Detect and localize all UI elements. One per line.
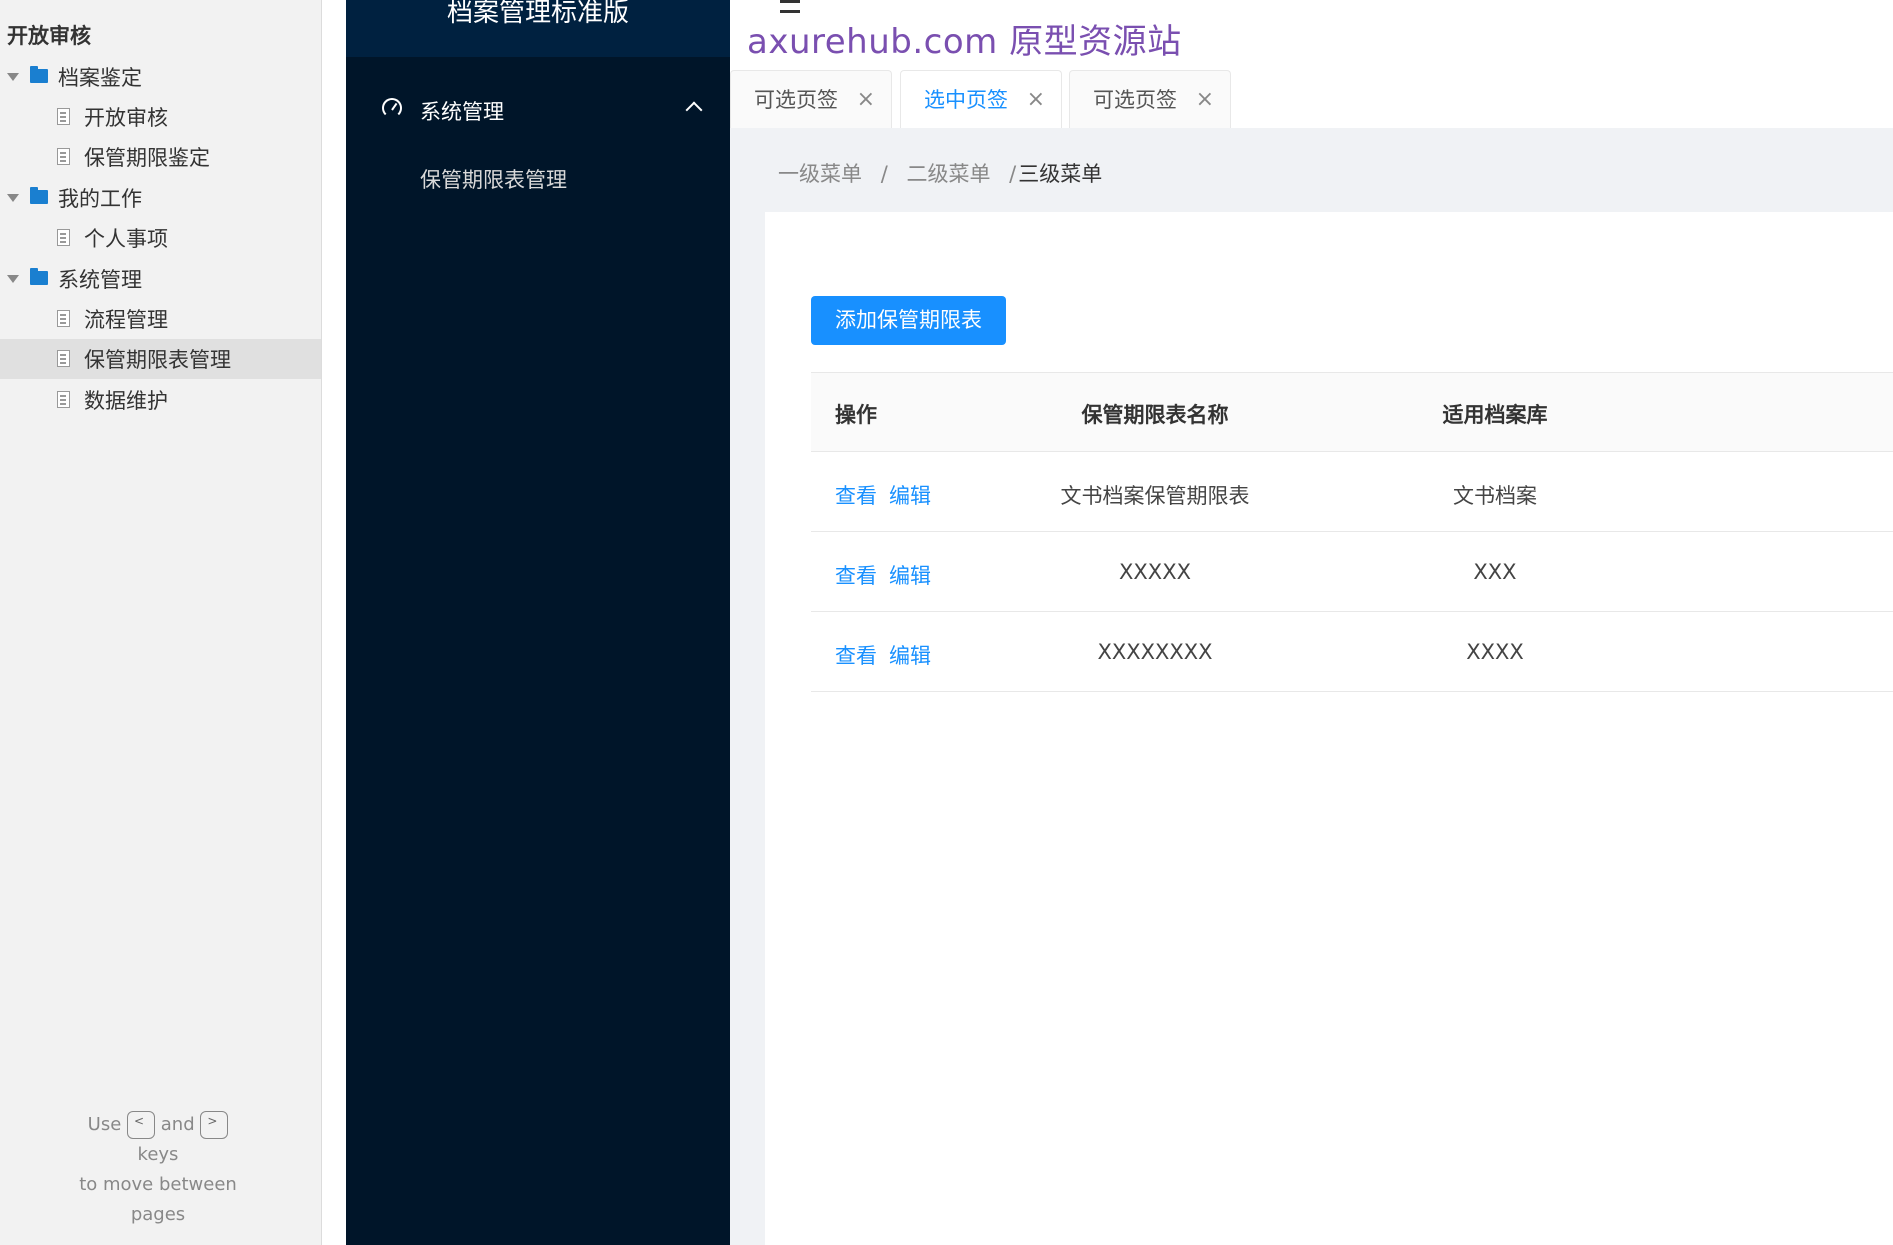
next-key-icon: > [200, 1111, 229, 1139]
edit-link[interactable]: 编辑 [889, 644, 931, 668]
hint-text: to move between [79, 1174, 237, 1195]
tree-page-open-review[interactable]: 开放审核 [0, 97, 321, 137]
tree-folder-system-management[interactable]: 系统管理 [0, 259, 321, 299]
tree-label: 保管期限鉴定 [84, 146, 210, 170]
edit-link[interactable]: 编辑 [889, 484, 931, 508]
tree-page-retention-appraisal[interactable]: 保管期限鉴定 [0, 137, 321, 177]
caret-down-icon[interactable] [7, 275, 19, 283]
tree-folder-archive-appraisal[interactable]: 档案鉴定 [0, 57, 321, 97]
menu-group-label: 系统管理 [420, 100, 504, 124]
hint-text: keys [137, 1144, 179, 1165]
tree-folder-my-work[interactable]: 我的工作 [0, 178, 321, 218]
tab-label: 可选页签 [754, 88, 838, 112]
breadcrumb: 一级菜单 / 二级菜单 /三级菜单 [778, 158, 1102, 188]
content-card: 添加保管期限表 操作 保管期限表名称 适用档案库 查看 编辑 文书档案保管期限表 … [765, 212, 1893, 1245]
menu-group-system-management[interactable]: 系统管理 [346, 88, 730, 132]
folder-icon [30, 187, 48, 204]
row-actions: 查看 编辑 [835, 560, 943, 590]
folder-icon [30, 66, 48, 83]
breadcrumb-level3: 三级菜单 [1018, 162, 1103, 186]
add-retention-table-button[interactable]: 添加保管期限表 [811, 296, 1006, 345]
menu-fold-icon[interactable] [772, 0, 802, 14]
caret-down-icon[interactable] [7, 73, 19, 81]
hint-text: and [160, 1114, 195, 1135]
pages-panel-title: 开放审核 [7, 24, 91, 48]
breadcrumb-separator: / [880, 162, 888, 186]
retention-table: 操作 保管期限表名称 适用档案库 查看 编辑 文书档案保管期限表 文书档案 查看编… [811, 372, 1893, 692]
row-actions: 查看 编辑 [835, 480, 943, 510]
tab-optional-1[interactable]: 可选页签 × [730, 70, 892, 128]
column-header-name: 保管期限表名称 [1081, 403, 1229, 427]
tree-label: 个人事项 [84, 227, 168, 251]
page-icon [57, 148, 70, 165]
tree-label: 档案鉴定 [58, 66, 142, 90]
tree-page-retention-table-management[interactable]: 保管期限表管理 [0, 339, 321, 379]
tab-selected[interactable]: 选中页签 × [900, 70, 1062, 128]
tree-page-data-maintenance[interactable]: 数据维护 [0, 380, 321, 420]
app-brand: 档案管理标准版 [346, 0, 730, 57]
tab-label: 可选页签 [1093, 88, 1177, 112]
prev-key-icon: < [127, 1111, 156, 1139]
column-header-library: 适用档案库 [1442, 403, 1548, 427]
app-brand-title: 档案管理标准版 [446, 0, 629, 28]
page-icon [57, 310, 70, 327]
close-icon[interactable]: × [857, 71, 875, 129]
cell-library: XXXX [1466, 640, 1524, 664]
close-icon[interactable]: × [1196, 71, 1214, 129]
view-link[interactable]: 查看 [835, 564, 877, 588]
main-area: axurehub.com 原型资源站 可选页签 × 选中页签 × 可选页签 × … [730, 0, 1893, 1245]
tree-page-personal-items[interactable]: 个人事项 [0, 218, 321, 258]
tree-label: 保管期限表管理 [84, 348, 231, 372]
tree-label: 数据维护 [84, 389, 168, 413]
keyboard-hint: Use < and > keys to move between pages [40, 1110, 276, 1230]
page-icon [57, 108, 70, 125]
page-icon [57, 391, 70, 408]
breadcrumb-level1[interactable]: 一级菜单 [778, 162, 862, 186]
pages-panel: 开放审核 档案鉴定 开放审核 保管期限鉴定 我的工作 个人事项 系统管理 流程管… [0, 0, 322, 1245]
tree-label: 流程管理 [84, 308, 168, 332]
tree-label: 系统管理 [58, 268, 142, 292]
cell-library: 文书档案 [1453, 484, 1537, 508]
app-sidebar: 档案管理标准版 系统管理 保管期限表管理 [346, 0, 730, 1245]
breadcrumb-level2[interactable]: 二级菜单 [906, 162, 990, 186]
topbar: axurehub.com 原型资源站 可选页签 × 选中页签 × 可选页签 × [730, 0, 1893, 128]
breadcrumb-separator: / [1009, 162, 1017, 186]
close-icon[interactable]: × [1027, 71, 1045, 129]
table-row: 查看 编辑 文书档案保管期限表 文书档案 [811, 452, 1893, 532]
row-actions: 查看 编辑 [835, 640, 943, 670]
hint-text: Use [87, 1114, 122, 1135]
edit-link[interactable]: 编辑 [889, 564, 931, 588]
tab-optional-2[interactable]: 可选页签 × [1069, 70, 1231, 128]
submenu-item-retention-table[interactable]: 保管期限表管理 [420, 164, 567, 194]
caret-down-icon[interactable] [7, 194, 19, 202]
hint-text: pages [130, 1204, 186, 1225]
cell-library: XXX [1473, 560, 1517, 584]
page-icon [57, 350, 70, 367]
table-row: 查看 编辑 XXXXX XXX [811, 532, 1893, 612]
tree-page-process-management[interactable]: 流程管理 [0, 299, 321, 339]
cell-name: 文书档案保管期限表 [1060, 484, 1250, 508]
folder-icon [30, 268, 48, 285]
page-icon [57, 229, 70, 246]
watermark-text: axurehub.com 原型资源站 [747, 22, 1182, 62]
dashboard-icon [382, 98, 402, 118]
cell-name: XXXXX [1119, 560, 1191, 584]
view-link[interactable]: 查看 [835, 644, 877, 668]
column-header-actions: 操作 [835, 403, 877, 427]
tree-label: 开放审核 [84, 106, 168, 130]
table-row: 查看 编辑 XXXXXXXX XXXX [811, 612, 1893, 692]
tree-label: 我的工作 [58, 187, 142, 211]
table-header: 操作 保管期限表名称 适用档案库 [811, 372, 1893, 452]
view-link[interactable]: 查看 [835, 484, 877, 508]
cell-name: XXXXXXXX [1097, 640, 1213, 664]
tab-label: 选中页签 [924, 88, 1008, 112]
chevron-up-icon[interactable] [685, 101, 703, 119]
